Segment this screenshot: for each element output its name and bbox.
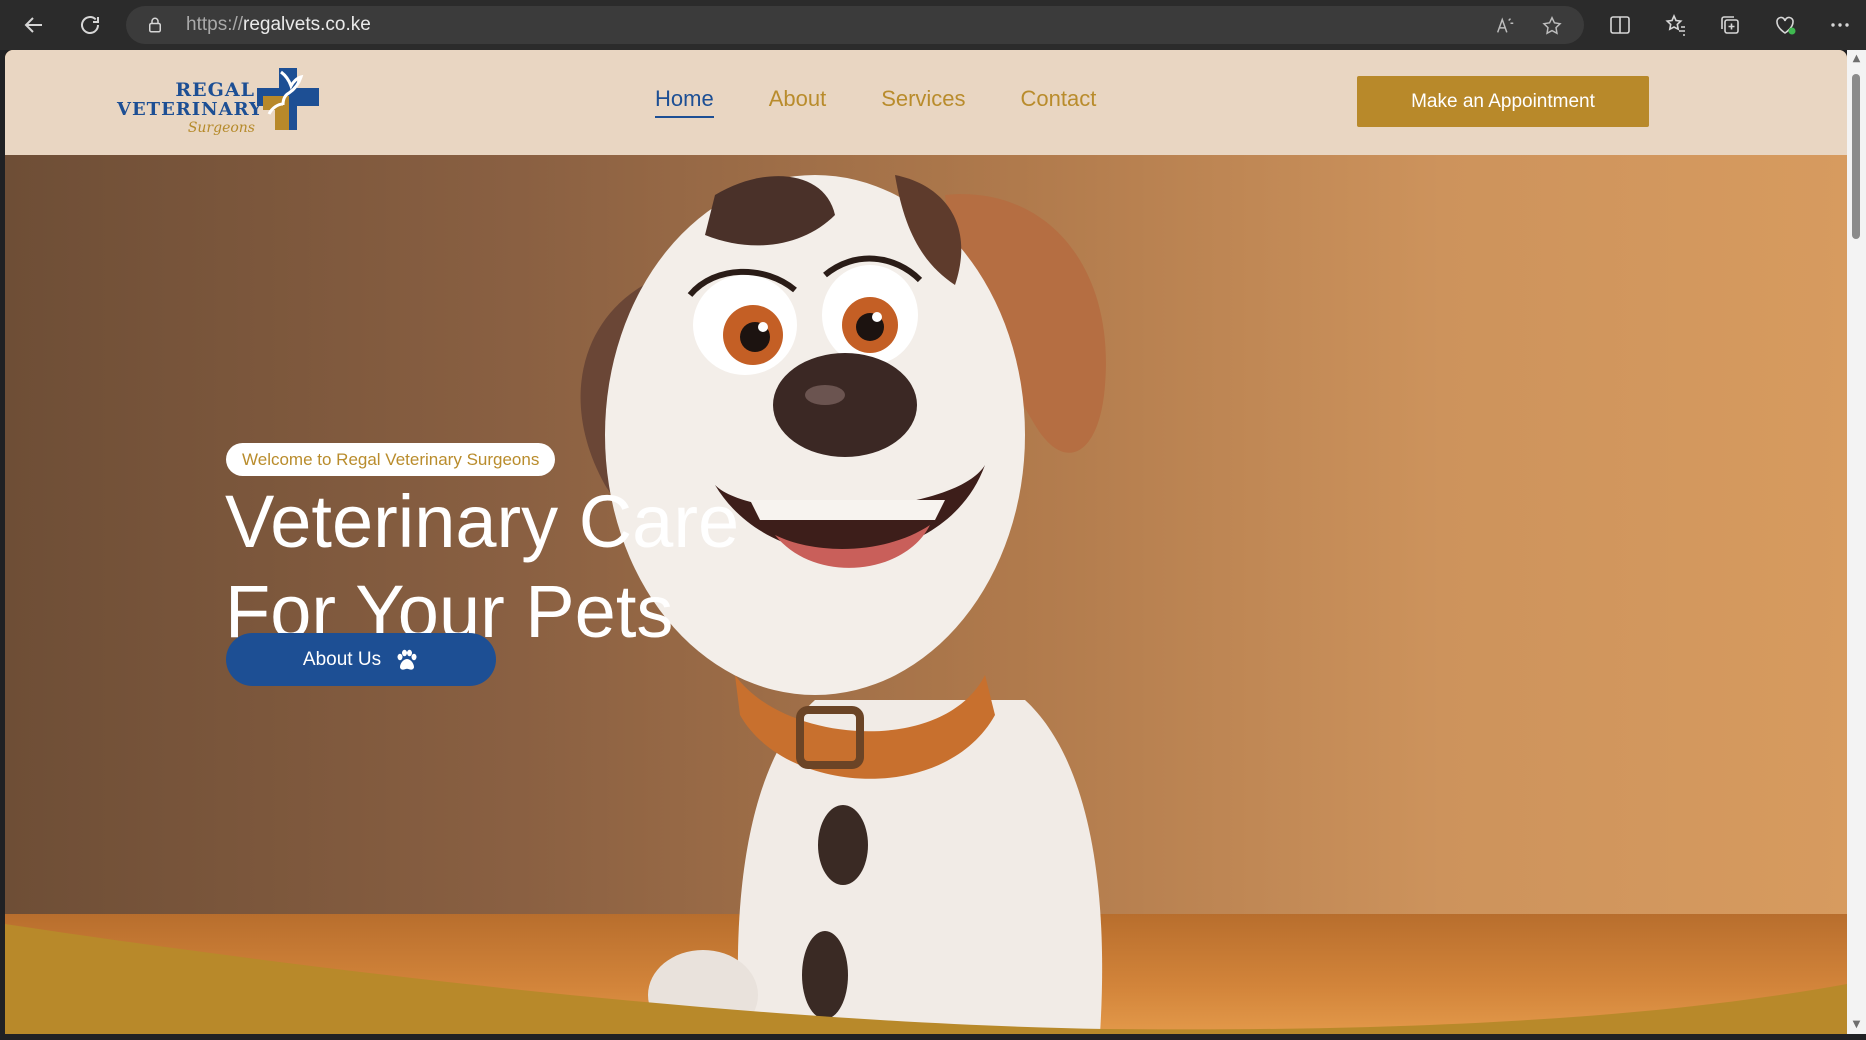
lock-icon[interactable] <box>146 16 164 34</box>
more-options-icon[interactable] <box>1828 13 1852 37</box>
site-logo[interactable]: REGAL VETERINARY Surgeons <box>117 62 327 142</box>
url-text[interactable]: https://regalvets.co.ke <box>186 6 371 44</box>
collections-icon[interactable] <box>1718 13 1742 37</box>
browser-essentials-icon[interactable] <box>1773 13 1797 37</box>
make-appointment-button[interactable]: Make an Appointment <box>1357 76 1649 127</box>
page-scrollbar[interactable]: ▲ ▼ <box>1847 50 1866 1034</box>
nav-home[interactable]: Home <box>655 86 714 118</box>
favorites-icon[interactable] <box>1664 13 1688 37</box>
about-us-label: About Us <box>302 648 382 670</box>
main-nav: Home About Services Contact <box>655 86 1096 118</box>
logo-surgeons: Surgeons <box>187 120 255 136</box>
back-button[interactable] <box>16 7 52 43</box>
browser-toolbar: https://regalvets.co.ke <box>0 0 1866 50</box>
logo-regal: REGAL <box>175 79 255 101</box>
logo-text: REGAL VETERINARY Surgeons <box>117 79 263 136</box>
favorite-star-icon[interactable] <box>1541 15 1563 37</box>
back-arrow-icon <box>24 17 42 33</box>
hero-title: Veterinary Care For Your Pets <box>225 477 739 657</box>
scroll-up-icon[interactable]: ▲ <box>1851 54 1862 64</box>
read-aloud-icon[interactable] <box>1494 15 1516 37</box>
logo-cross-icon <box>257 68 319 130</box>
refresh-button[interactable] <box>72 7 108 43</box>
scroll-down-icon[interactable]: ▼ <box>1851 1020 1862 1030</box>
url-host: regalvets.co.ke <box>243 14 371 35</box>
hero-section: Welcome to Regal Veterinary Surgeons Vet… <box>5 155 1847 1034</box>
nav-about[interactable]: About <box>769 86 827 118</box>
page-viewport: REGAL VETERINARY Surgeons Home About Ser… <box>5 50 1847 1034</box>
welcome-badge: Welcome to Regal Veterinary Surgeons <box>226 443 556 476</box>
site-header: REGAL VETERINARY Surgeons Home About Ser… <box>5 50 1847 155</box>
nav-contact[interactable]: Contact <box>1021 86 1097 118</box>
scroll-thumb[interactable] <box>1852 74 1860 239</box>
url-protocol: https:// <box>186 14 244 35</box>
address-bar[interactable]: https://regalvets.co.ke <box>126 6 1584 44</box>
refresh-icon <box>81 16 99 34</box>
nav-services[interactable]: Services <box>881 86 965 118</box>
about-us-button[interactable]: About Us <box>226 633 496 686</box>
logo-veterinary: VETERINARY <box>117 99 263 120</box>
hero-wave-divider <box>5 924 1847 1034</box>
hero-title-line1: Veterinary Care <box>225 480 740 563</box>
split-screen-icon[interactable] <box>1608 13 1632 37</box>
paw-icon <box>397 649 417 670</box>
